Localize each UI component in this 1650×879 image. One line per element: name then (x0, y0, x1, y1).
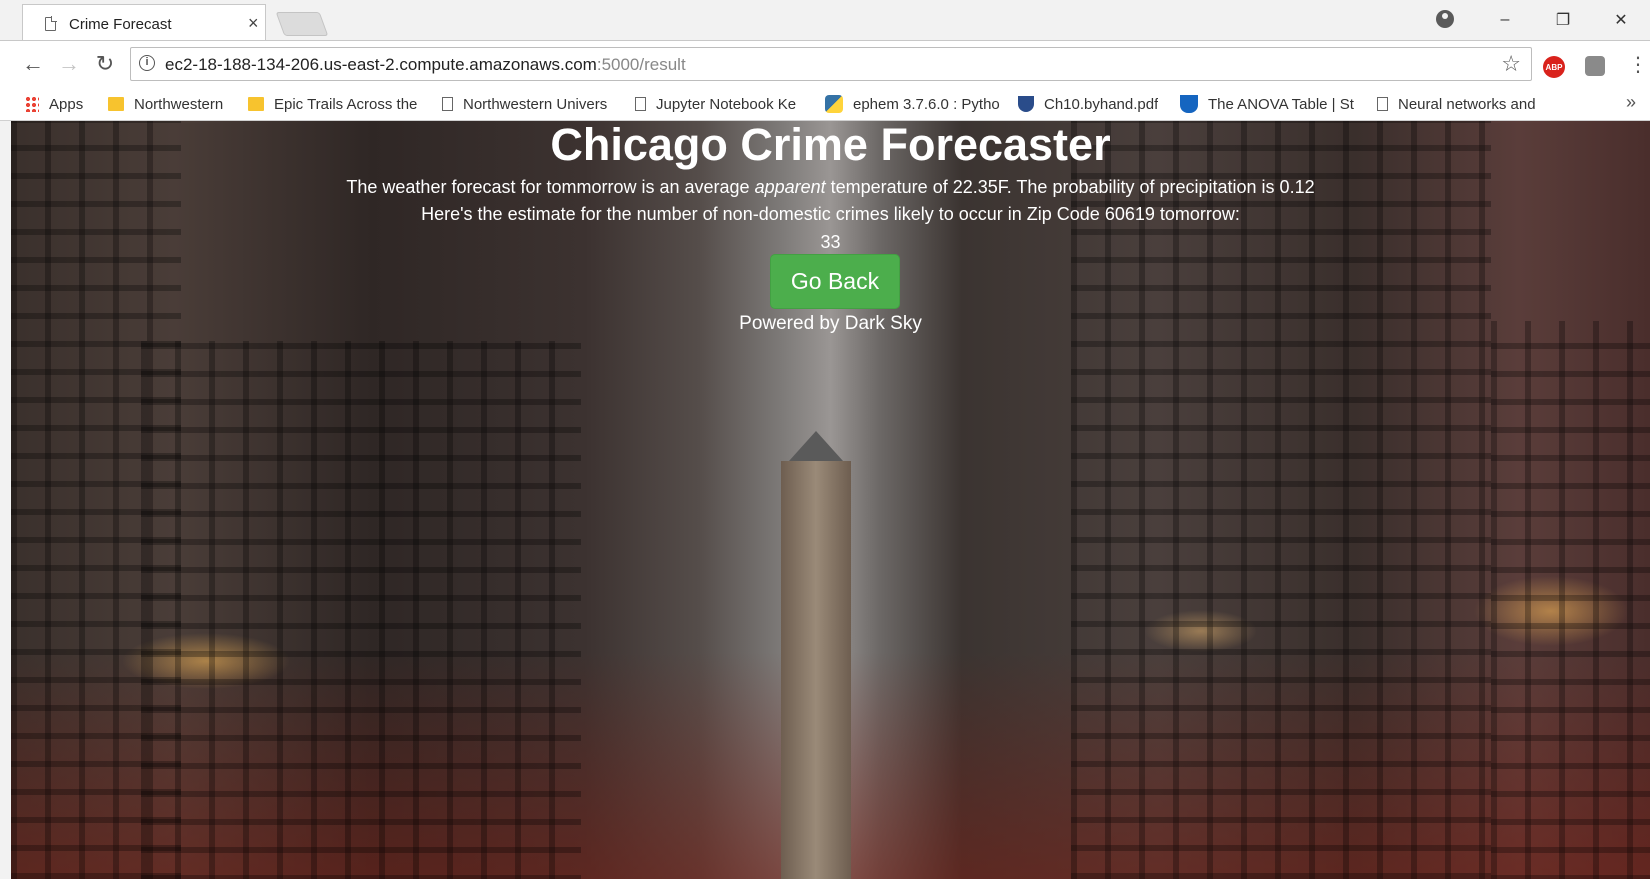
tower-building (781, 461, 851, 879)
bookmark-epic-trails[interactable]: Epic Trails Across the (248, 93, 423, 115)
bookmark-label: Neural networks and (1398, 95, 1536, 113)
close-window-button[interactable]: ✕ (1592, 0, 1650, 40)
bookmark-label: Northwestern (134, 95, 224, 113)
info-icon[interactable]: i (139, 55, 155, 71)
page-icon (442, 97, 453, 111)
page-icon (45, 16, 57, 31)
back-arrow-icon[interactable]: ← (20, 51, 46, 77)
more-bookmarks-icon[interactable]: » (1626, 92, 1636, 113)
bookmark-ch10[interactable]: Ch10.byhand.pdf (1018, 93, 1158, 115)
weather-emphasis: apparent (754, 177, 826, 197)
bookmark-neural-networks[interactable]: Neural networks and (1377, 93, 1552, 115)
python-icon (825, 95, 843, 113)
bookmarks-bar: Apps Northwestern Epic Trails Across the… (0, 87, 1650, 121)
close-tab-icon[interactable]: × (248, 13, 259, 34)
restore-button[interactable]: ❐ (1534, 0, 1592, 40)
bookmark-label: The ANOVA Table | St (1208, 95, 1354, 113)
minimize-button[interactable]: – (1476, 0, 1534, 40)
building-far-right (1491, 321, 1650, 879)
folder-icon (248, 97, 264, 111)
profile-icon[interactable] (1436, 10, 1454, 28)
tab-title: Crime Forecast (69, 16, 172, 33)
forward-arrow-icon[interactable]: → (56, 51, 82, 77)
apps-grid-icon (25, 96, 39, 112)
adblock-plus-icon[interactable]: ABP (1543, 56, 1565, 78)
address-bar[interactable]: i ec2-18-188-134-206.us-east-2.compute.a… (130, 47, 1532, 81)
bookmark-label: Ch10.byhand.pdf (1044, 95, 1159, 113)
bookmark-anova[interactable]: The ANOVA Table | St (1180, 93, 1355, 115)
url-text[interactable]: ec2-18-188-134-206.us-east-2.compute.ama… (165, 55, 686, 75)
crime-count: 33 (820, 232, 841, 252)
folder-icon (108, 97, 124, 111)
building-left-mid (141, 341, 581, 879)
bookmark-apps[interactable]: Apps (25, 93, 83, 115)
extension-icon[interactable] (1585, 56, 1605, 76)
page-background: Chicago Crime Forecaster The weather for… (11, 121, 1650, 879)
url-host: ec2-18-188-134-206.us-east-2.compute.ama… (165, 55, 597, 74)
weather-prefix: The weather forecast for tommorrow is an… (346, 177, 755, 197)
shield-icon (1018, 96, 1034, 112)
bookmark-ephem[interactable]: ephem 3.7.6.0 : Pytho (825, 93, 1005, 115)
bookmark-label: Apps (49, 95, 84, 113)
shield-icon (1180, 95, 1198, 113)
url-path: :5000/result (596, 55, 686, 74)
bookmark-label: Epic Trails Across the (274, 95, 418, 113)
estimate-text: Here's the estimate for the number of no… (421, 204, 1240, 224)
more-menu-icon[interactable]: ⋮ (1628, 52, 1648, 77)
bookmark-jupyter[interactable]: Jupyter Notebook Ke (635, 93, 810, 115)
bookmark-northwestern[interactable]: Northwestern (108, 93, 223, 115)
bookmark-label: Northwestern Univers (463, 95, 608, 113)
tab-strip: Crime Forecast × – ❐ ✕ (0, 0, 1650, 41)
bookmark-northwestern-university[interactable]: Northwestern Univers (442, 93, 622, 115)
powered-by-text: Powered by Dark Sky (739, 313, 922, 334)
weather-suffix: temperature of 22.35F. The probability o… (825, 177, 1315, 197)
page-title: Chicago Crime Forecaster (550, 121, 1111, 170)
browser-toolbar: ← → ↻ i ec2-18-188-134-206.us-east-2.com… (0, 40, 1650, 88)
go-back-button[interactable]: Go Back (770, 254, 900, 309)
bookmark-label: Jupyter Notebook Ke (656, 95, 797, 113)
page-icon (1377, 97, 1388, 111)
page-icon (635, 97, 646, 111)
weather-forecast-text: The weather forecast for tommorrow is an… (11, 177, 1650, 198)
window-controls: – ❐ ✕ (1476, 0, 1650, 40)
bookmark-label: ephem 3.7.6.0 : Pytho (853, 95, 1000, 113)
tab-crime-forecast[interactable]: Crime Forecast × (22, 4, 266, 41)
bookmark-star-icon[interactable]: ☆ (1501, 51, 1521, 77)
new-tab-button[interactable] (275, 12, 329, 36)
reload-icon[interactable]: ↻ (92, 51, 118, 77)
